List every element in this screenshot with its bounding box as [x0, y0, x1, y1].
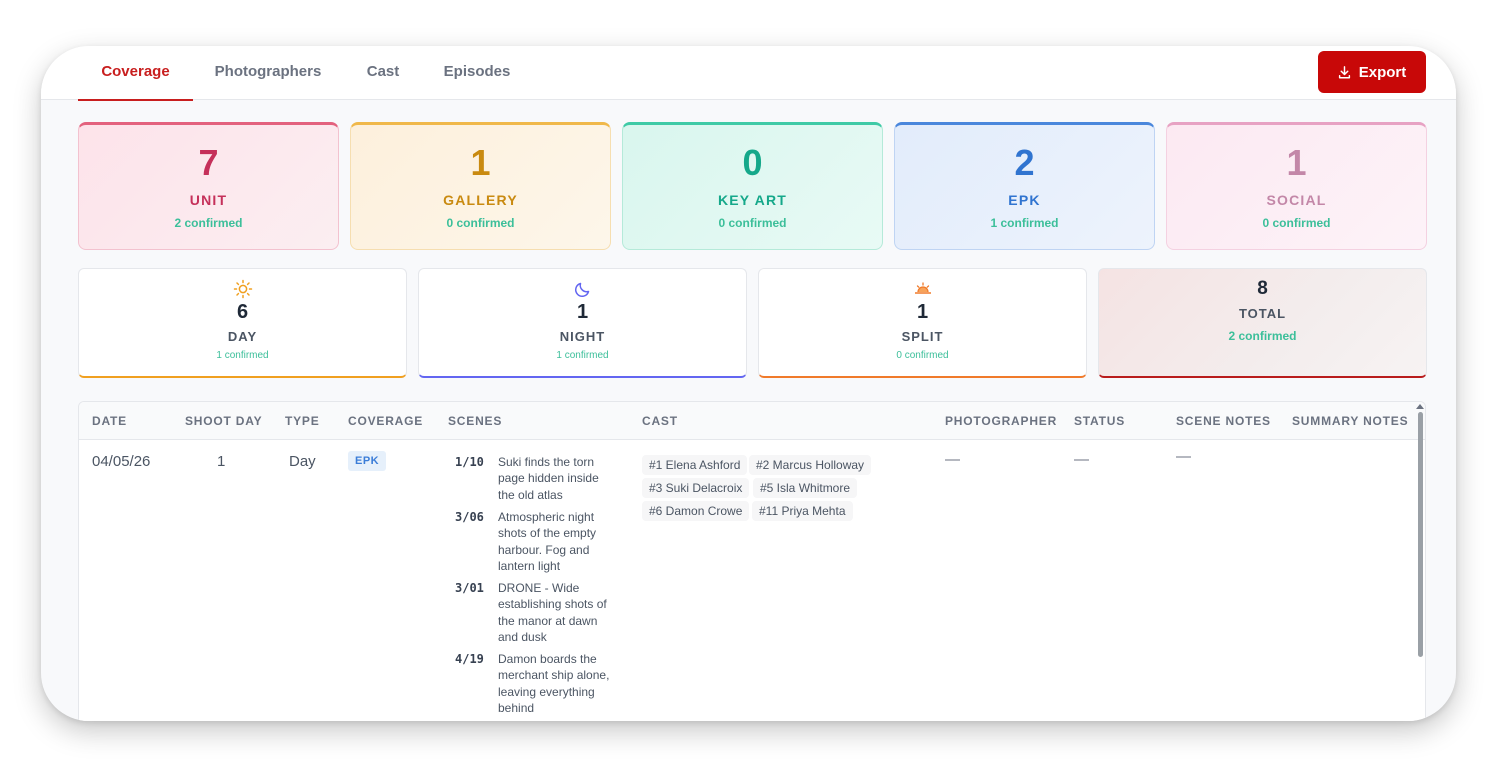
- tab-episodes[interactable]: Episodes: [437, 46, 517, 100]
- scene-number: 4/19: [455, 652, 484, 666]
- category-label: GALLERY: [443, 192, 518, 208]
- cell-type: Day: [289, 453, 316, 470]
- category-label: KEY ART: [717, 192, 788, 208]
- column-header-coverage[interactable]: COVERAGE: [348, 414, 423, 428]
- category-confirmed: 1 confirmed: [990, 216, 1059, 230]
- tab-photographers[interactable]: Photographers: [207, 46, 329, 100]
- export-button[interactable]: Export: [1318, 51, 1426, 93]
- column-header-scene-notes[interactable]: SCENE NOTES: [1176, 414, 1271, 428]
- shift-label: NIGHT: [559, 329, 606, 344]
- shift-count: 1: [576, 301, 589, 323]
- coverage-badge: EPK: [348, 451, 387, 471]
- vertical-scrollbar[interactable]: [1418, 412, 1423, 657]
- category-card-key-art[interactable]: 0 KEY ART 0 confirmed: [622, 122, 883, 250]
- category-label: EPK: [1008, 192, 1041, 208]
- column-header-photographer[interactable]: PHOTOGRAPHER: [945, 414, 1057, 428]
- category-confirmed: 0 confirmed: [718, 216, 787, 230]
- column-header-date[interactable]: DATE: [92, 414, 127, 428]
- export-label: Export: [1358, 63, 1407, 81]
- column-header-cast[interactable]: CAST: [642, 414, 678, 428]
- total-count: 8: [1257, 278, 1268, 299]
- category-card-social[interactable]: 1 SOCIAL 0 confirmed: [1166, 122, 1427, 250]
- tab-bar: Coverage Photographers Cast Episodes Exp…: [41, 46, 1456, 101]
- sunset-icon: [759, 279, 1086, 299]
- download-icon: [1338, 65, 1350, 79]
- shift-count: 1: [916, 301, 929, 323]
- sun-icon: [79, 279, 406, 299]
- cast-chip[interactable]: #1 Elena Ashford: [642, 455, 748, 475]
- shift-card-split[interactable]: 1 SPLIT 0 confirmed: [758, 268, 1087, 378]
- scene-number: 1/10: [455, 455, 484, 469]
- cast-chip[interactable]: #5 Isla Whitmore: [753, 478, 858, 498]
- cell-status: —: [1074, 451, 1089, 468]
- category-confirmed: 2 confirmed: [174, 216, 243, 230]
- tab-coverage[interactable]: Coverage: [78, 46, 193, 101]
- scene-item: 3/01 DRONE - Wide establishing shots of …: [455, 580, 655, 645]
- scene-description: Damon boards the merchant ship alone, le…: [498, 652, 610, 715]
- scene-description: Suki finds the torn page hidden inside t…: [498, 455, 599, 502]
- total-label: TOTAL: [1238, 306, 1287, 321]
- app-window: Coverage Photographers Cast Episodes Exp…: [41, 46, 1456, 721]
- scene-description: DRONE - Wide establishing shots of the m…: [498, 581, 607, 644]
- shift-label: DAY: [227, 329, 258, 344]
- coverage-table: DATE SHOOT DAY TYPE COVERAGE SCENES CAST…: [78, 401, 1426, 721]
- category-card-gallery[interactable]: 1 GALLERY 0 confirmed: [350, 122, 611, 250]
- cell-date: 04/05/26: [92, 453, 151, 470]
- shift-label: SPLIT: [901, 329, 944, 344]
- shift-count: 6: [236, 301, 249, 323]
- shift-confirmed: 0 confirmed: [896, 350, 949, 361]
- scene-item: 4/19 Damon boards the merchant ship alon…: [455, 651, 655, 716]
- scene-item: 3/06 Atmospheric night shots of the empt…: [455, 509, 655, 574]
- scene-description: Atmospheric night shots of the empty har…: [498, 510, 597, 573]
- category-count: 1: [470, 142, 491, 183]
- scene-number: 3/01: [455, 581, 484, 595]
- shift-card-night[interactable]: 1 NIGHT 1 confirmed: [418, 268, 747, 378]
- cast-chip[interactable]: #6 Damon Crowe: [642, 501, 750, 521]
- cell-scene-notes: —: [1176, 448, 1191, 465]
- column-header-summary-notes[interactable]: SUMMARY NOTES: [1292, 414, 1408, 428]
- category-confirmed: 0 confirmed: [1262, 216, 1331, 230]
- category-card-unit[interactable]: 7 UNIT 2 confirmed: [78, 122, 339, 250]
- cast-chip[interactable]: #11 Priya Mehta: [752, 501, 853, 521]
- category-label: SOCIAL: [1266, 192, 1327, 208]
- scene-number: 3/06: [455, 510, 484, 524]
- moon-icon: [419, 279, 746, 299]
- category-label: UNIT: [189, 192, 228, 208]
- table-header: DATE SHOOT DAY TYPE COVERAGE SCENES CAST…: [79, 402, 1425, 440]
- scene-item: 1/10 Suki finds the torn page hidden ins…: [455, 454, 655, 503]
- shift-confirmed: 1 confirmed: [556, 350, 609, 361]
- category-count: 1: [1286, 142, 1307, 183]
- tab-cast[interactable]: Cast: [354, 46, 412, 100]
- category-confirmed: 0 confirmed: [446, 216, 515, 230]
- column-header-shoot-day[interactable]: SHOOT DAY: [185, 414, 262, 428]
- column-header-scenes[interactable]: SCENES: [448, 414, 502, 428]
- shift-confirmed: 1 confirmed: [216, 350, 269, 361]
- shift-card-total[interactable]: 8 TOTAL 2 confirmed: [1098, 268, 1427, 378]
- scroll-up-arrow[interactable]: [1416, 404, 1424, 409]
- cell-shoot-day: 1: [217, 453, 226, 470]
- cell-photographer: —: [945, 451, 960, 468]
- category-count: 7: [198, 142, 219, 183]
- column-header-type[interactable]: TYPE: [285, 414, 320, 428]
- cast-chip[interactable]: #3 Suki Delacroix: [642, 478, 750, 498]
- cast-chip[interactable]: #2 Marcus Holloway: [749, 455, 872, 475]
- category-count: 0: [742, 142, 763, 183]
- category-card-epk[interactable]: 2 EPK 1 confirmed: [894, 122, 1155, 250]
- category-count: 2: [1014, 142, 1035, 183]
- column-header-status[interactable]: STATUS: [1074, 414, 1125, 428]
- total-confirmed: 2 confirmed: [1228, 329, 1297, 343]
- shift-card-day[interactable]: 6 DAY 1 confirmed: [78, 268, 407, 378]
